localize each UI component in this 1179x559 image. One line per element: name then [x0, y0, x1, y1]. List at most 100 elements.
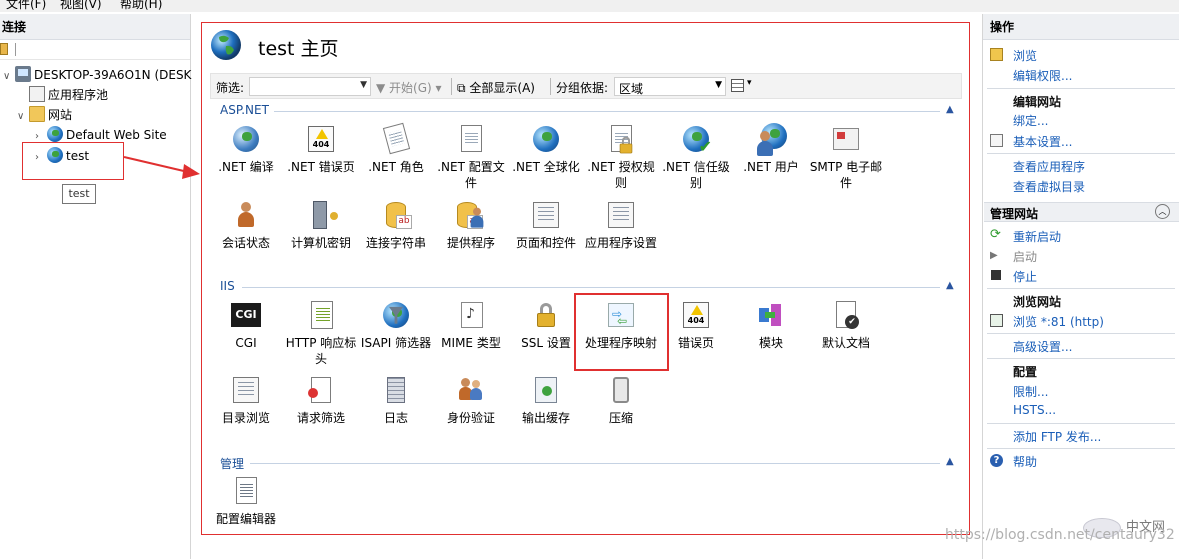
- feature-item[interactable]: .NET 编译: [208, 123, 284, 175]
- show-all-button[interactable]: ⧉ 全部显示(A): [457, 79, 535, 96]
- connections-panel: 连接 ∨ DESKTOP-39A6O1N (DESK 应用程序池 ∨ 网站 › Def…: [0, 14, 191, 559]
- view-applications-link[interactable]: 查看应用程序: [1013, 158, 1085, 175]
- feature-item[interactable]: CGI CGI: [208, 299, 284, 351]
- help-link[interactable]: 帮助: [1013, 453, 1037, 470]
- hsts-link[interactable]: HSTS...: [1013, 403, 1056, 417]
- feature-item[interactable]: SSL 设置: [508, 299, 584, 351]
- tree-label-server: DESKTOP-39A6O1N (DESK: [34, 68, 192, 82]
- feature-item[interactable]: MIME 类型: [433, 299, 509, 351]
- feature-item[interactable]: ISAPI 筛选器: [358, 299, 434, 351]
- server-icon: [15, 66, 31, 82]
- bindings-link[interactable]: 绑定...: [1013, 112, 1048, 129]
- feature-item[interactable]: 页面和控件: [508, 199, 584, 251]
- collapse-icon[interactable]: ▲: [946, 104, 954, 115]
- browse-folder-icon: [990, 48, 1003, 61]
- tree-node-app-pools[interactable]: 应用程序池: [17, 85, 108, 105]
- cgi-icon: CGI: [230, 299, 262, 331]
- config-title: 配置: [1013, 365, 1038, 379]
- authentication-icon: [455, 374, 487, 406]
- default-document-icon: [830, 299, 862, 331]
- section-aspnet-title: ASP.NET: [220, 103, 269, 117]
- view-virtual-dirs-link[interactable]: 查看虚拟目录: [1013, 178, 1085, 195]
- gear-icon: [230, 123, 262, 155]
- view-icon: [731, 79, 744, 92]
- mime-icon: [455, 299, 487, 331]
- request-filtering-icon: [305, 374, 337, 406]
- feature-item[interactable]: 压缩: [583, 374, 659, 426]
- feature-item[interactable]: 提供程序: [433, 199, 509, 251]
- menu-help[interactable]: 帮助(H): [120, 0, 162, 12]
- group-by-select[interactable]: 区域 ▼: [614, 77, 726, 96]
- menu-view[interactable]: 视图(V): [60, 0, 102, 12]
- collapse-arrow-icon[interactable]: ∨: [17, 107, 29, 127]
- group-by-label: 分组依据:: [556, 81, 609, 95]
- collapse-icon[interactable]: ▲: [946, 456, 954, 467]
- handler-mappings-highlight-box: [574, 293, 669, 371]
- collapse-up-icon[interactable]: ︿: [1155, 204, 1170, 219]
- lock-icon: [605, 123, 637, 155]
- limits-link[interactable]: 限制...: [1013, 383, 1048, 400]
- session-icon: [230, 199, 262, 231]
- feature-item[interactable]: 模块: [733, 299, 809, 351]
- edit-permissions-link[interactable]: 编辑权限...: [1013, 67, 1072, 84]
- pages-controls-icon: [530, 199, 562, 231]
- manage-site-title: 管理网站: [990, 207, 1039, 221]
- feature-item[interactable]: SMTP 电子邮件: [808, 123, 884, 191]
- feature-item[interactable]: 应用程序设置: [583, 199, 659, 251]
- error-page-icon: 404: [680, 299, 712, 331]
- browse-port-link[interactable]: 浏览 *:81 (http): [1013, 313, 1104, 330]
- connection-string-icon: [380, 199, 412, 231]
- feature-item[interactable]: 输出缓存: [508, 374, 584, 426]
- help-icon: ?: [990, 454, 1003, 467]
- filter-input[interactable]: ▼: [249, 77, 371, 96]
- feature-item[interactable]: 身份验证: [433, 374, 509, 426]
- start-link[interactable]: 启动: [1013, 248, 1037, 265]
- feature-item[interactable]: 请求筛选: [283, 374, 359, 426]
- feature-item[interactable]: 配置编辑器: [208, 475, 284, 527]
- advanced-settings-link[interactable]: 高级设置...: [1013, 338, 1072, 355]
- dropdown-arrow-icon[interactable]: ▼: [715, 80, 722, 90]
- browse-link[interactable]: 浏览: [1013, 47, 1037, 64]
- modules-icon: [755, 299, 787, 331]
- dropdown-arrow-icon[interactable]: ▼: [360, 80, 367, 90]
- browse-site-icon: [990, 314, 1003, 327]
- start-filter-button[interactable]: ▼ 开始(G) ▾: [376, 79, 442, 96]
- feature-item[interactable]: 404 错误页: [658, 299, 734, 351]
- logging-icon: [380, 374, 412, 406]
- feature-item[interactable]: 404 .NET 错误页: [283, 123, 359, 175]
- feature-item[interactable]: .NET 配置文件: [433, 123, 509, 191]
- restart-link[interactable]: 重新启动: [1013, 228, 1061, 245]
- connect-icon[interactable]: [0, 43, 8, 55]
- connections-toolbar: [0, 40, 190, 60]
- feature-item[interactable]: .NET 角色: [358, 122, 434, 175]
- stop-link[interactable]: 停止: [1013, 268, 1037, 285]
- manage-site-band: 管理网站 ︿: [984, 202, 1179, 222]
- feature-item[interactable]: 目录浏览: [208, 374, 284, 426]
- tree-node-server[interactable]: ∨ DESKTOP-39A6O1N (DESK: [3, 65, 191, 85]
- annotation-arrow-icon: [124, 156, 200, 179]
- feature-item[interactable]: 默认文档: [808, 299, 884, 351]
- basic-settings-link[interactable]: 基本设置...: [1013, 133, 1072, 150]
- app-settings-icon: [605, 199, 637, 231]
- feature-item[interactable]: .NET 全球化: [508, 123, 584, 175]
- feature-item[interactable]: 连接字符串: [358, 199, 434, 251]
- feature-item[interactable]: 日志: [358, 374, 434, 426]
- collapse-arrow-icon[interactable]: ∨: [3, 67, 15, 87]
- feature-item[interactable]: 会话状态: [208, 199, 284, 251]
- menu-file[interactable]: 文件(F): [6, 0, 46, 12]
- tree-node-sites[interactable]: ∨ 网站: [17, 105, 72, 125]
- section-iis-title: IIS: [220, 279, 235, 293]
- feature-item[interactable]: ✔ .NET 信任级别: [658, 123, 734, 191]
- feature-item[interactable]: 计算机密钥: [283, 199, 359, 251]
- feature-item[interactable]: .NET 用户: [733, 123, 809, 175]
- add-ftp-link[interactable]: 添加 FTP 发布...: [1013, 428, 1101, 445]
- collapse-icon[interactable]: ▲: [946, 280, 954, 291]
- sites-folder-icon: [29, 106, 45, 122]
- directory-browsing-icon: [230, 374, 262, 406]
- filter-bar: 筛选: ▼ ▼ 开始(G) ▾ ⧉ 全部显示(A) 分组依据: 区域 ▼ ▾: [210, 73, 962, 99]
- feature-item[interactable]: .NET 授权规则: [583, 123, 659, 191]
- stop-icon: [991, 270, 1001, 280]
- view-mode-button[interactable]: ▾: [731, 78, 755, 95]
- tooltip: test: [62, 184, 96, 204]
- feature-item[interactable]: HTTP 响应标头: [283, 299, 359, 367]
